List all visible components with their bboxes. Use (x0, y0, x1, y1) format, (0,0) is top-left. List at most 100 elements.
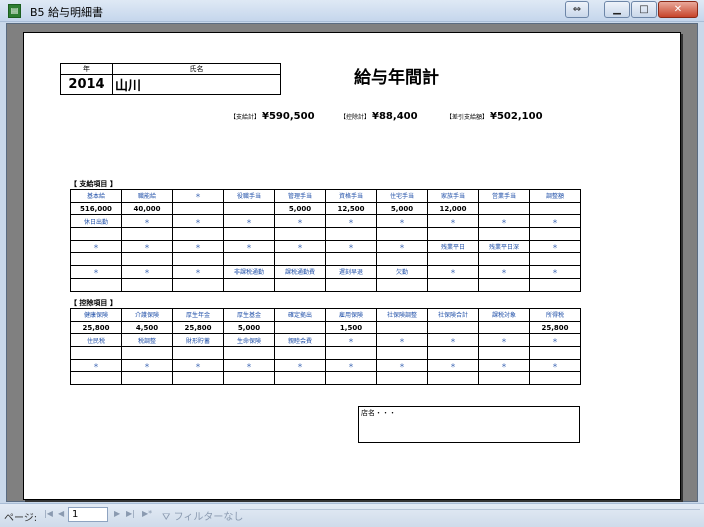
table-cell: 社保険合計 (427, 308, 479, 322)
table-cell (172, 277, 224, 292)
page-number-input[interactable]: 1 (68, 507, 108, 522)
table-cell: 残業平日 (427, 239, 479, 254)
table-cell (121, 346, 173, 360)
previous-page-icon[interactable]: ◀ (58, 509, 64, 518)
table-cell: 健康保険 (70, 308, 122, 322)
table-cell: 非課税通勤 (223, 265, 275, 279)
report-viewport[interactable]: 年 氏名 2014 山川 給与年間計 【支給計】 ¥590,500 【控除計】 ¥8… (6, 23, 698, 502)
table-row: 健康保険 介護保険 厚生年金 厚生基金 確定拠出 雇用保険 社保険調整 社保険合計 課税対象 所得… (70, 308, 581, 322)
page-label: ページ: (4, 513, 38, 524)
table-cell (172, 371, 224, 386)
table-cell: 課税対象 (478, 308, 530, 322)
table-cell: ＊ (376, 358, 428, 373)
table-cell: ＊ (529, 214, 581, 229)
deduction-total-label: 【控除計】 (340, 114, 371, 121)
filter-status[interactable]: ⛛ フィルターなし (162, 508, 243, 523)
table-cell: ＊ (172, 358, 224, 373)
pay-items-table: 基本給 職能給＊役職手当 管理手当 資格手当 住宅手当 家族手当 営業手当 調整額 516,00… (70, 189, 581, 292)
deduction-total: 【控除計】 ¥88,400 (340, 111, 418, 122)
table-cell (172, 346, 224, 360)
table-cell: ＊ (274, 358, 326, 373)
table-cell: ＊ (478, 333, 530, 348)
table-cell: 住宅手当 (376, 189, 428, 203)
report-title: 給与年間計 (354, 68, 439, 88)
table-cell: 25,800 (529, 320, 581, 335)
employee-name: 山川 (112, 74, 281, 95)
table-cell (376, 371, 428, 386)
table-cell: ＊ (427, 265, 479, 279)
pay-section-label: 【 支給項目 】 (70, 180, 117, 188)
maximize-button[interactable]: □ (631, 1, 657, 18)
table-cell: ＊ (376, 333, 428, 348)
table-cell (478, 346, 530, 360)
table-cell: 職能給 (121, 189, 173, 203)
table-cell (427, 346, 479, 360)
close-button[interactable]: ✕ (658, 1, 698, 18)
new-record-icon[interactable]: ▶* (142, 509, 152, 518)
table-cell: ＊ (325, 214, 377, 229)
table-cell (70, 227, 122, 241)
table-cell: 遅刻早退 (325, 265, 377, 279)
pay-total: 【支給計】 ¥590,500 (230, 111, 315, 122)
table-cell: 5,000 (223, 320, 275, 335)
table-cell: ＊ (223, 239, 275, 254)
filter-label: フィルターなし (173, 512, 244, 523)
deduction-section-label: 【 控除項目 】 (70, 299, 117, 307)
table-cell (427, 252, 479, 267)
table-cell: 財形貯蓄 (172, 333, 224, 348)
net-pay-label: 【差引支給額】 (446, 114, 489, 121)
store-label: 店名・・・ (361, 409, 396, 417)
table-cell: 40,000 (121, 201, 173, 216)
table-cell (325, 346, 377, 360)
table-cell (223, 371, 275, 386)
table-cell: 調整額 (529, 189, 581, 203)
table-cell: 資格手当 (325, 189, 377, 203)
table-cell: 社保険調整 (376, 308, 428, 322)
table-cell (478, 227, 530, 241)
table-cell (529, 252, 581, 267)
table-cell: 確定拠出 (274, 308, 326, 322)
table-cell (529, 371, 581, 386)
table-cell (427, 277, 479, 292)
table-cell (376, 346, 428, 360)
status-bar: ページ: |◀ ◀ 1 ▶ ▶| ▶* ⛛ フィルターなし (0, 503, 704, 527)
table-row: ＊＊＊＊＊＊＊残業平日 残業平日深＊ (70, 239, 581, 254)
table-cell: ＊ (223, 358, 275, 373)
table-cell (529, 277, 581, 292)
table-cell (376, 277, 428, 292)
table-cell: 基本給 (70, 189, 122, 203)
header-table: 年 氏名 2014 山川 (60, 63, 281, 95)
table-cell (223, 346, 275, 360)
table-cell: ＊ (70, 239, 122, 254)
window-controls: ⇔ ▁ □ ✕ (564, 1, 698, 18)
table-cell: ＊ (529, 265, 581, 279)
table-cell: ＊ (325, 333, 377, 348)
deduction-items-table: 健康保険 介護保険 厚生年金 厚生基金 確定拠出 雇用保険 社保険調整 社保険合計 課税対象 所得… (70, 308, 581, 386)
table-cell: 役職手当 (223, 189, 275, 203)
table-cell (223, 201, 275, 216)
table-cell (172, 201, 224, 216)
next-page-icon[interactable]: ▶ (114, 509, 120, 518)
table-cell (274, 320, 326, 335)
table-cell: 残業平日深 (478, 239, 530, 254)
table-cell: ＊ (121, 214, 173, 229)
store-box: 店名・・・ (358, 406, 580, 443)
table-cell: 所得税 (529, 308, 581, 322)
last-page-icon[interactable]: ▶| (126, 509, 135, 518)
table-cell (325, 371, 377, 386)
table-cell (325, 227, 377, 241)
table-row: 休日出勤＊＊＊＊＊＊＊＊＊ (70, 214, 581, 229)
table-cell: 生命保険 (223, 333, 275, 348)
table-cell (376, 227, 428, 241)
table-cell (121, 277, 173, 292)
table-cell: 4,500 (121, 320, 173, 335)
first-page-icon[interactable]: |◀ (44, 509, 53, 518)
table-cell: ＊ (121, 358, 173, 373)
horizontal-scrollbar[interactable] (240, 509, 700, 522)
table-cell (274, 277, 326, 292)
restore-window-icon[interactable]: ⇔ (565, 1, 589, 18)
report-app-icon: ▤ (8, 4, 21, 18)
table-cell: ＊ (325, 239, 377, 254)
funnel-icon: ⛛ (162, 512, 171, 523)
minimize-button[interactable]: ▁ (604, 1, 630, 18)
